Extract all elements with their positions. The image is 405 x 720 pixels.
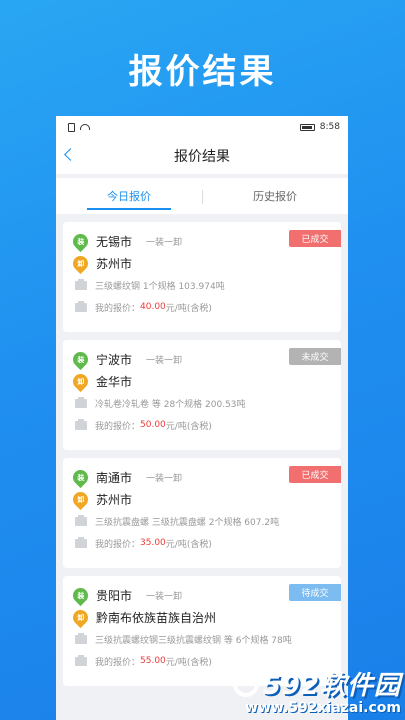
origin-city: 宁波市 bbox=[96, 352, 133, 367]
transport-mode: 一装一卸 bbox=[146, 473, 183, 484]
price-value: 55.00 bbox=[140, 656, 166, 666]
price-unit: 元/吨(含税) bbox=[165, 539, 212, 550]
destination-city: 黔南布依族苗族自治州 bbox=[96, 610, 217, 625]
goods-summary: 三级抗震螺纹钢三级抗震螺纹钢 等 6个规格 78吨 bbox=[95, 635, 292, 646]
promo-title: 报价结果 bbox=[128, 52, 277, 92]
load-pin-icon: 装 bbox=[69, 348, 92, 370]
price-label: 我的报价： bbox=[95, 657, 141, 668]
page-title: 报价结果 bbox=[174, 149, 230, 165]
wifi-icon bbox=[80, 124, 90, 130]
goods-summary: 冷轧卷冷轧卷 等 28个规格 200.53吨 bbox=[95, 399, 246, 410]
price-icon bbox=[75, 654, 87, 666]
watermark-logo-icon bbox=[232, 670, 259, 697]
load-pin-icon: 装 bbox=[69, 230, 92, 252]
battery-icon bbox=[299, 123, 315, 131]
price-label: 我的报价： bbox=[95, 303, 141, 314]
site-watermark: 592软件园 www.592xiazai.com bbox=[232, 665, 401, 716]
tab-bar: 今日报价 历史报价 bbox=[56, 178, 348, 214]
back-arrow-icon[interactable] bbox=[64, 148, 77, 161]
price-label: 我的报价： bbox=[95, 539, 141, 550]
unload-pin-icon: 卸 bbox=[69, 252, 92, 274]
destination-city: 金华市 bbox=[96, 374, 133, 389]
status-badge: 已成交 bbox=[289, 466, 341, 483]
unload-pin-icon: 卸 bbox=[69, 606, 92, 628]
price-unit: 元/吨(含税) bbox=[165, 421, 212, 432]
status-badge: 待成交 bbox=[289, 584, 341, 601]
load-pin-icon: 装 bbox=[69, 584, 92, 606]
origin-city: 贵阳市 bbox=[96, 588, 133, 603]
goods-summary: 三级螺纹钢 1个规格 103.974吨 bbox=[95, 281, 225, 292]
watermark-url: www.592xiazai.com bbox=[245, 700, 401, 716]
price-label: 我的报价： bbox=[95, 421, 141, 432]
phone-screen: 8:58 报价结果 今日报价 历史报价 装 无锡市 一装一卸 已成交 卸 苏州市… bbox=[56, 116, 348, 720]
unload-pin-icon: 卸 bbox=[69, 370, 92, 392]
navigation-bar: 报价结果 bbox=[56, 138, 348, 174]
quote-card[interactable]: 装 无锡市 一装一卸 已成交 卸 苏州市 三级螺纹钢 1个规格 103.974吨… bbox=[63, 222, 341, 332]
price-value: 40.00 bbox=[140, 302, 166, 312]
tab-today-quotes[interactable]: 今日报价 bbox=[56, 178, 202, 214]
goods-summary: 三级抗震盘螺 三级抗震盘螺 2个规格 607.2吨 bbox=[95, 517, 280, 528]
price-value: 50.00 bbox=[140, 420, 166, 430]
cargo-icon bbox=[75, 632, 87, 644]
status-badge: 已成交 bbox=[289, 230, 341, 247]
status-time: 8:58 bbox=[319, 122, 340, 132]
price-unit: 元/吨(含税) bbox=[165, 657, 212, 668]
transport-mode: 一装一卸 bbox=[146, 237, 183, 248]
destination-city: 苏州市 bbox=[96, 492, 133, 507]
sim-card-icon bbox=[68, 122, 75, 132]
status-badge: 未成交 bbox=[289, 348, 341, 365]
load-pin-icon: 装 bbox=[69, 466, 92, 488]
price-icon bbox=[75, 418, 87, 430]
watermark-brand: 592软件园 bbox=[262, 671, 401, 701]
cargo-icon bbox=[75, 278, 87, 290]
cargo-icon bbox=[75, 514, 87, 526]
unload-pin-icon: 卸 bbox=[69, 488, 92, 510]
price-unit: 元/吨(含税) bbox=[165, 303, 212, 314]
price-icon bbox=[75, 300, 87, 312]
quote-card[interactable]: 装 宁波市 一装一卸 未成交 卸 金华市 冷轧卷冷轧卷 等 28个规格 200.… bbox=[63, 340, 341, 450]
cargo-icon bbox=[75, 396, 87, 408]
price-value: 35.00 bbox=[140, 538, 166, 548]
origin-city: 南通市 bbox=[96, 470, 133, 485]
quote-card[interactable]: 装 南通市 一装一卸 已成交 卸 苏州市 三级抗震盘螺 三级抗震盘螺 2个规格 … bbox=[63, 458, 341, 568]
destination-city: 苏州市 bbox=[96, 256, 133, 271]
transport-mode: 一装一卸 bbox=[146, 591, 183, 602]
price-icon bbox=[75, 536, 87, 548]
status-bar: 8:58 bbox=[56, 116, 348, 138]
origin-city: 无锡市 bbox=[96, 234, 133, 249]
tab-history-quotes[interactable]: 历史报价 bbox=[202, 178, 348, 214]
transport-mode: 一装一卸 bbox=[146, 355, 183, 366]
quote-list: 装 无锡市 一装一卸 已成交 卸 苏州市 三级螺纹钢 1个规格 103.974吨… bbox=[56, 214, 348, 686]
